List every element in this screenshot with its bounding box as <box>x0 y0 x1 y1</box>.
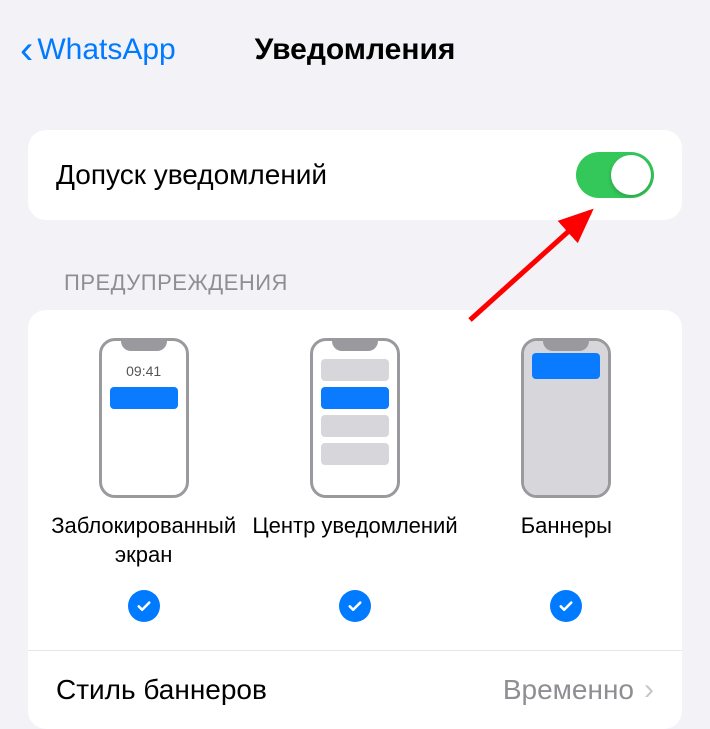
content: Допуск уведомлений ПРЕДУПРЕЖДЕНИЯ 09:41 … <box>0 100 710 729</box>
alert-style-label: Центр уведомлений <box>252 512 457 570</box>
alert-style-preview-row: 09:41 Заблокированный экран Центр уведом… <box>28 310 682 586</box>
alert-style-notification-center[interactable]: Центр уведомлений <box>249 338 460 570</box>
nav-header: ‹ WhatsApp Уведомления <box>0 0 710 100</box>
allow-notifications-toggle[interactable] <box>576 152 654 198</box>
alerts-section-header: ПРЕДУПРЕЖДЕНИЯ <box>28 220 682 310</box>
lock-time: 09:41 <box>102 363 186 379</box>
page-title: Уведомления <box>255 33 456 67</box>
notification-center-check[interactable] <box>339 590 371 622</box>
alert-style-label: Баннеры <box>521 512 612 570</box>
alert-style-lockscreen[interactable]: 09:41 Заблокированный экран <box>38 338 249 570</box>
alert-style-check-row <box>28 586 682 651</box>
alert-style-label: Заблокированный экран <box>51 512 236 570</box>
toggle-knob <box>611 155 651 195</box>
chevron-left-icon: ‹ <box>20 30 33 70</box>
check-icon <box>557 597 575 615</box>
phone-lockscreen-icon: 09:41 <box>99 338 189 498</box>
phone-notification-center-icon <box>310 338 400 498</box>
check-icon <box>346 597 364 615</box>
banner-style-label: Стиль баннеров <box>56 674 267 706</box>
allow-notifications-label: Допуск уведомлений <box>56 159 327 191</box>
alerts-card: 09:41 Заблокированный экран Центр уведом… <box>28 310 682 729</box>
back-label: WhatsApp <box>37 33 175 67</box>
alert-style-banners[interactable]: Баннеры <box>461 338 672 570</box>
back-button[interactable]: ‹ WhatsApp <box>20 30 176 70</box>
lockscreen-check[interactable] <box>128 590 160 622</box>
check-icon <box>135 597 153 615</box>
banners-check[interactable] <box>550 590 582 622</box>
banner-style-value: Временно › <box>503 673 654 707</box>
allow-notifications-row[interactable]: Допуск уведомлений <box>28 130 682 220</box>
banner-style-row[interactable]: Стиль баннеров Временно › <box>28 651 682 729</box>
chevron-right-icon: › <box>644 673 654 707</box>
phone-banners-icon <box>521 338 611 498</box>
allow-notifications-card: Допуск уведомлений <box>28 130 682 220</box>
